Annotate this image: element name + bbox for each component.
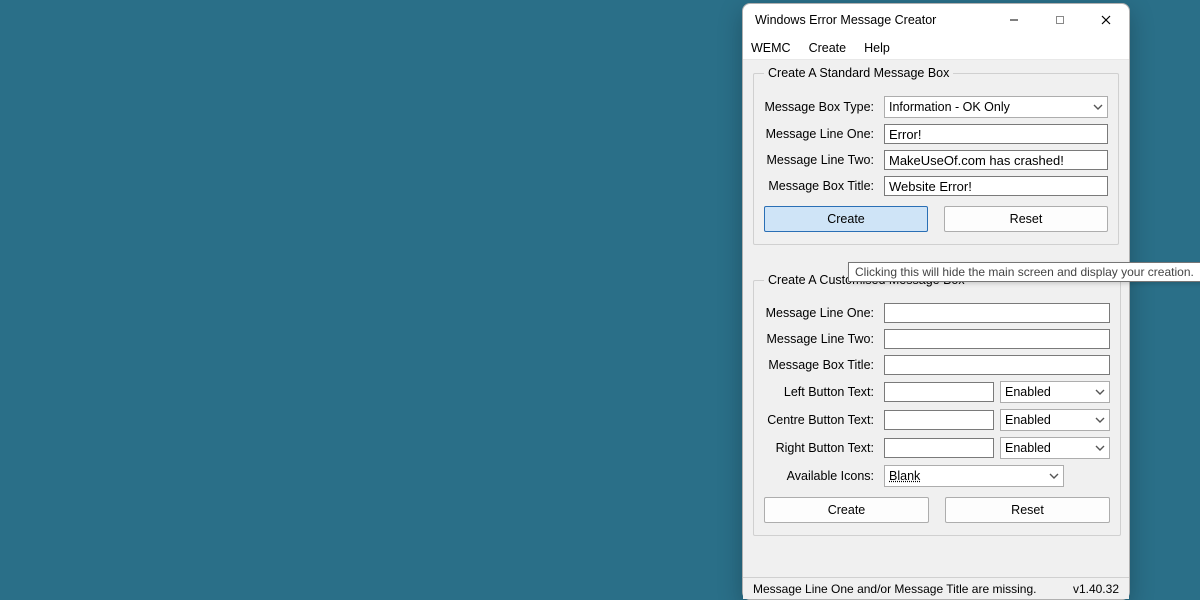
titlebar[interactable]: Windows Error Message Creator: [743, 4, 1129, 36]
standard-create-button[interactable]: Create: [764, 206, 928, 232]
right-state-value: Enabled: [1005, 441, 1095, 455]
line1-input[interactable]: [884, 124, 1108, 144]
c-title-input[interactable]: [884, 355, 1110, 375]
app-window: Windows Error Message Creator WEMC Creat…: [742, 3, 1130, 600]
standard-reset-button[interactable]: Reset: [944, 206, 1108, 232]
version-label: v1.40.32: [1073, 582, 1119, 596]
close-button[interactable]: [1083, 4, 1129, 36]
line2-input[interactable]: [884, 150, 1108, 170]
centre-state-value: Enabled: [1005, 413, 1095, 427]
right-btn-input[interactable]: [884, 438, 994, 458]
centre-btn-state-combo[interactable]: Enabled: [1000, 409, 1110, 431]
available-icons-combo[interactable]: Blank: [884, 465, 1064, 487]
content-area: Create A Standard Message Box Message Bo…: [743, 60, 1129, 577]
chevron-down-icon: [1095, 441, 1105, 456]
icons-label: Available Icons:: [764, 469, 878, 483]
right-btn-state-combo[interactable]: Enabled: [1000, 437, 1110, 459]
minimize-button[interactable]: [991, 4, 1037, 36]
chevron-down-icon: [1093, 100, 1103, 115]
left-btn-label: Left Button Text:: [764, 385, 878, 399]
box-title-input[interactable]: [884, 176, 1108, 196]
icons-value: Blank: [889, 469, 1049, 483]
standard-group: Create A Standard Message Box Message Bo…: [753, 66, 1119, 245]
tooltip: Clicking this will hide the main screen …: [848, 262, 1200, 282]
line2-label: Message Line Two:: [764, 153, 878, 167]
chevron-down-icon: [1049, 469, 1059, 484]
custom-group: Create A Customised Message Box Message …: [753, 273, 1121, 536]
status-message: Message Line One and/or Message Title ar…: [753, 582, 1073, 596]
centre-btn-label: Centre Button Text:: [764, 413, 878, 427]
chevron-down-icon: [1095, 413, 1105, 428]
menu-wemc[interactable]: WEMC: [751, 41, 791, 55]
box-title-label: Message Box Title:: [764, 179, 878, 193]
c-line1-label: Message Line One:: [764, 306, 878, 320]
c-title-label: Message Box Title:: [764, 358, 878, 372]
statusbar: Message Line One and/or Message Title ar…: [743, 577, 1129, 599]
centre-btn-input[interactable]: [884, 410, 994, 430]
type-label: Message Box Type:: [764, 100, 878, 114]
c-line1-input[interactable]: [884, 303, 1110, 323]
left-btn-input[interactable]: [884, 382, 994, 402]
custom-create-button[interactable]: Create: [764, 497, 929, 523]
custom-reset-button[interactable]: Reset: [945, 497, 1110, 523]
menu-help[interactable]: Help: [864, 41, 890, 55]
left-state-value: Enabled: [1005, 385, 1095, 399]
line1-label: Message Line One:: [764, 127, 878, 141]
window-title: Windows Error Message Creator: [755, 13, 991, 27]
maximize-button[interactable]: [1037, 4, 1083, 36]
chevron-down-icon: [1095, 385, 1105, 400]
type-value: Information - OK Only: [889, 100, 1093, 114]
left-btn-state-combo[interactable]: Enabled: [1000, 381, 1110, 403]
menu-create[interactable]: Create: [809, 41, 847, 55]
menubar: WEMC Create Help: [743, 36, 1129, 60]
message-box-type-combo[interactable]: Information - OK Only: [884, 96, 1108, 118]
standard-legend: Create A Standard Message Box: [764, 66, 953, 80]
c-line2-input[interactable]: [884, 329, 1110, 349]
c-line2-label: Message Line Two:: [764, 332, 878, 346]
right-btn-label: Right Button Text:: [764, 441, 878, 455]
